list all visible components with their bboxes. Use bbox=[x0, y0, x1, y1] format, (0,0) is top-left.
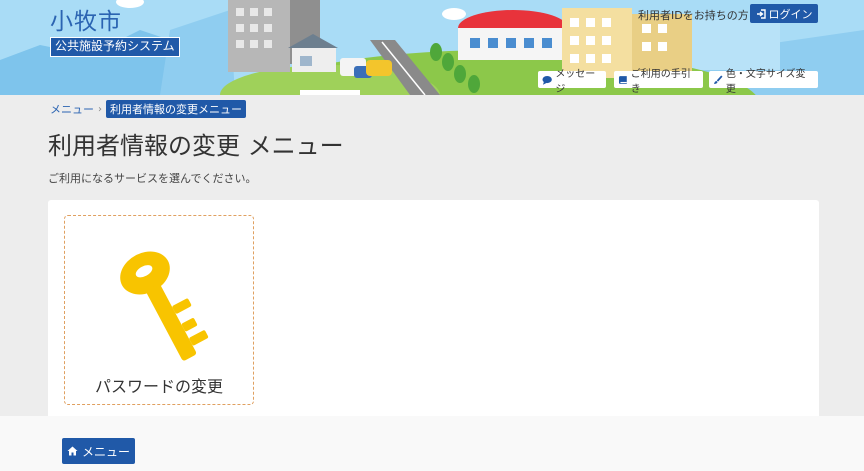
breadcrumb-menu-link[interactable]: メニュー bbox=[50, 101, 94, 117]
comment-icon bbox=[542, 75, 552, 85]
key-icon bbox=[120, 251, 209, 361]
menu-button[interactable]: メニュー bbox=[62, 438, 135, 464]
system-name-badge: 公共施設予約システム bbox=[50, 37, 180, 57]
guide-link[interactable]: ご利用の手引き bbox=[614, 69, 703, 95]
display-settings-link[interactable]: 色・文字サイズ変更 bbox=[709, 69, 818, 95]
site-header: 小牧市 公共施設予約システム 利用者IDをお持ちの方 ログイン メッセージ ご利… bbox=[0, 0, 864, 95]
guide-link-label: ご利用の手引き bbox=[630, 68, 691, 95]
login-button[interactable]: ログイン bbox=[750, 4, 818, 23]
login-hint: 利用者IDをお持ちの方 bbox=[638, 9, 749, 22]
footer: メニュー bbox=[0, 416, 864, 471]
menu-button-label: メニュー bbox=[81, 444, 130, 459]
display-settings-link-label: 色・文字サイズ変更 bbox=[725, 68, 806, 95]
password-change-label: パスワードの変更 bbox=[94, 377, 223, 396]
page-description: ご利用になるサービスを選んでください。 bbox=[48, 172, 257, 185]
breadcrumb-current: 利用者情報の変更メニュー bbox=[106, 100, 246, 118]
page-title: 利用者情報の変更 メニュー bbox=[48, 132, 344, 160]
service-panel: パスワードの変更 bbox=[48, 200, 819, 426]
brush-icon bbox=[713, 74, 723, 84]
message-link[interactable]: メッセージ bbox=[538, 69, 606, 95]
login-label: ログイン bbox=[768, 7, 813, 21]
home-icon bbox=[67, 446, 78, 456]
message-link-label: メッセージ bbox=[555, 68, 596, 95]
breadcrumb: メニュー › 利用者情報の変更メニュー bbox=[50, 100, 246, 118]
password-change-card[interactable]: パスワードの変更 bbox=[64, 215, 254, 405]
book-icon bbox=[618, 75, 627, 84]
site-name: 小牧市 bbox=[50, 9, 122, 35]
breadcrumb-separator: › bbox=[98, 103, 102, 115]
sign-in-icon bbox=[756, 8, 766, 19]
